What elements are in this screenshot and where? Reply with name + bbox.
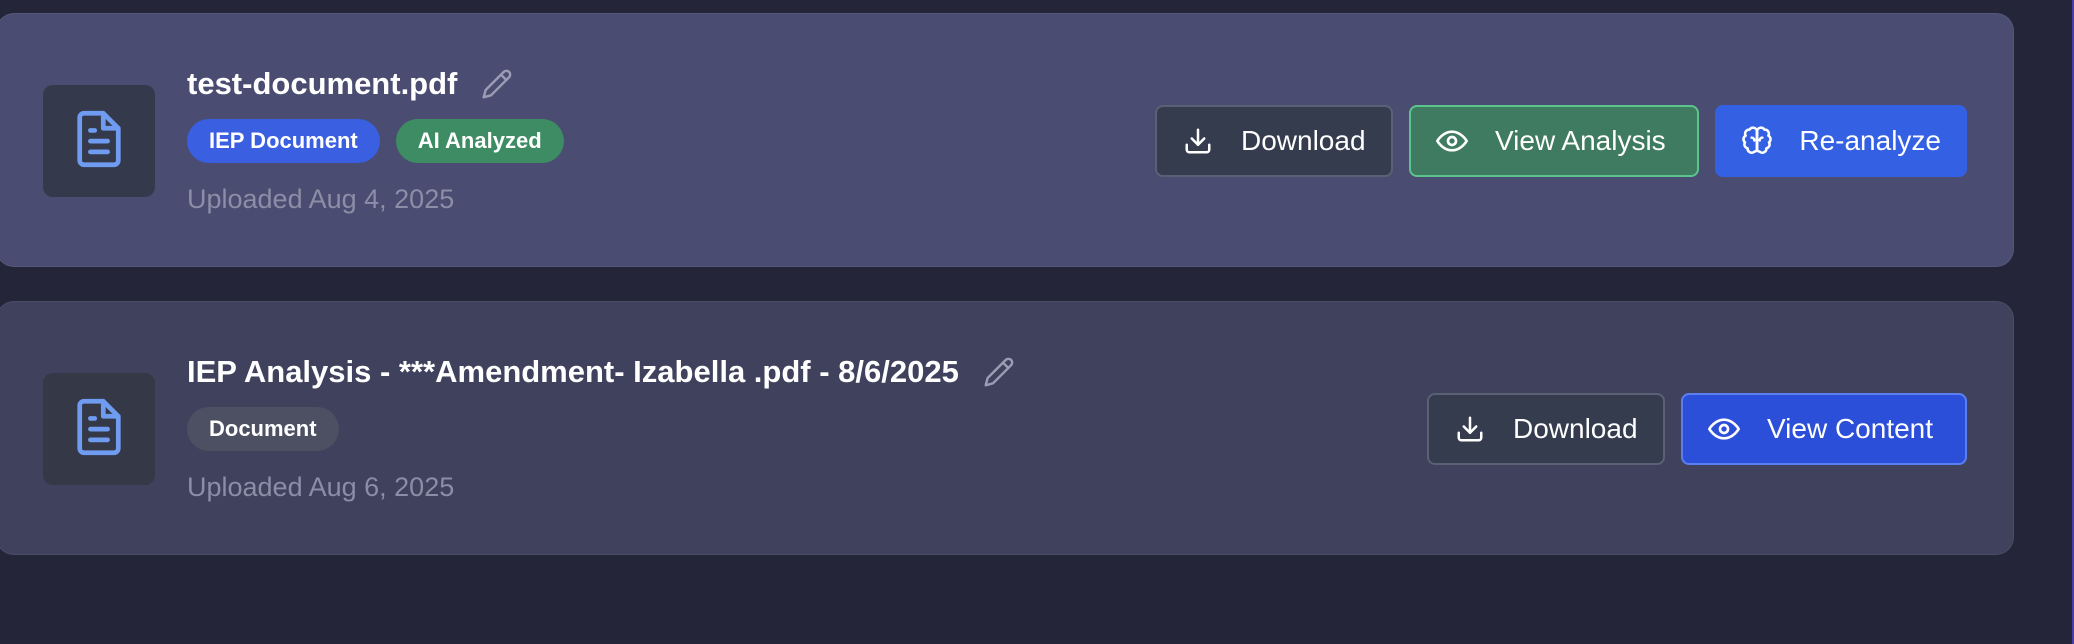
file-icon-container xyxy=(43,85,155,197)
eye-icon xyxy=(1707,412,1741,446)
action-buttons: Download View Analysis Re-analyze xyxy=(1155,105,1967,177)
file-title: IEP Analysis - ***Amendment- Izabella .p… xyxy=(187,354,959,389)
edit-pencil-icon[interactable] xyxy=(983,356,1015,388)
file-title-row: test-document.pdf xyxy=(187,66,513,102)
upload-date: Uploaded Aug 4, 2025 xyxy=(187,184,455,214)
upload-date: Uploaded Aug 6, 2025 xyxy=(187,472,455,502)
view-analysis-button[interactable]: View Analysis xyxy=(1409,105,1699,177)
badge-ai-analyzed: AI Analyzed xyxy=(395,119,564,163)
download-icon xyxy=(1181,124,1215,158)
file-title-row: IEP Analysis - ***Amendment- Izabella .p… xyxy=(187,354,1015,390)
badge-list: Document xyxy=(187,407,339,451)
file-text-icon xyxy=(73,397,125,462)
file-text-icon xyxy=(73,109,125,174)
edit-pencil-icon[interactable] xyxy=(481,68,513,100)
eye-icon xyxy=(1435,124,1469,158)
download-button[interactable]: Download xyxy=(1427,393,1665,465)
download-label: Download xyxy=(1513,413,1638,444)
action-buttons: Download View Content xyxy=(1427,393,1967,465)
badge-document: Document xyxy=(187,407,339,451)
document-card: IEP Analysis - ***Amendment- Izabella .p… xyxy=(0,301,2014,555)
view-analysis-label: View Analysis xyxy=(1495,125,1666,156)
badge-list: IEP Document AI Analyzed xyxy=(187,119,564,163)
reanalyze-label: Re-analyze xyxy=(1799,125,1941,156)
download-label: Download xyxy=(1241,125,1366,156)
badge-iep-document: IEP Document xyxy=(187,119,380,163)
file-icon-container xyxy=(43,373,155,485)
view-content-button[interactable]: View Content xyxy=(1681,393,1967,465)
brain-icon xyxy=(1741,124,1773,158)
reanalyze-button[interactable]: Re-analyze xyxy=(1715,105,1967,177)
download-button[interactable]: Download xyxy=(1155,105,1393,177)
document-card: test-document.pdf IEP Document AI Analyz… xyxy=(0,13,2014,267)
view-content-label: View Content xyxy=(1767,413,1934,444)
download-icon xyxy=(1453,412,1487,446)
file-title: test-document.pdf xyxy=(187,66,458,101)
